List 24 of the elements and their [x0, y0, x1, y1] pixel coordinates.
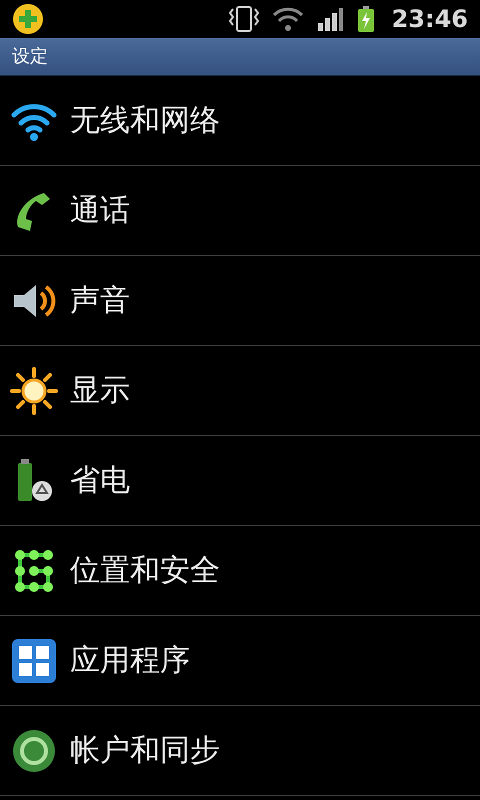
settings-item[interactable]: 无线和网络 [0, 76, 480, 166]
clock-time: 23:46 [392, 4, 468, 35]
settings-item[interactable]: 通话 [0, 166, 480, 256]
settings-item[interactable]: 应用程序 [0, 616, 480, 706]
screen-title: 设定 [12, 45, 48, 69]
settings-label: 位置和安全 [70, 552, 220, 590]
settings-item[interactable]: 位置和安全 [0, 526, 480, 616]
settings-item[interactable]: 省电 [0, 436, 480, 526]
cell-signal-icon [316, 5, 344, 33]
wifi-signal-icon [272, 5, 304, 33]
settings-item[interactable]: 帐户和同步 [0, 706, 480, 796]
settings-item[interactable]: 显示 [0, 346, 480, 436]
settings-label: 通话 [70, 192, 130, 230]
vibrate-icon [228, 5, 260, 33]
settings-item[interactable]: 声音 [0, 256, 480, 346]
sun-icon [10, 366, 58, 414]
settings-label: 省电 [70, 462, 130, 500]
settings-label: 声音 [70, 282, 130, 320]
settings-label: 帐户和同步 [70, 732, 220, 770]
battery-charging-icon [356, 5, 376, 33]
settings-label: 显示 [70, 372, 130, 410]
settings-label: 无线和网络 [70, 102, 220, 140]
app-grid-icon [10, 636, 58, 684]
settings-label: 应用程序 [70, 642, 190, 680]
